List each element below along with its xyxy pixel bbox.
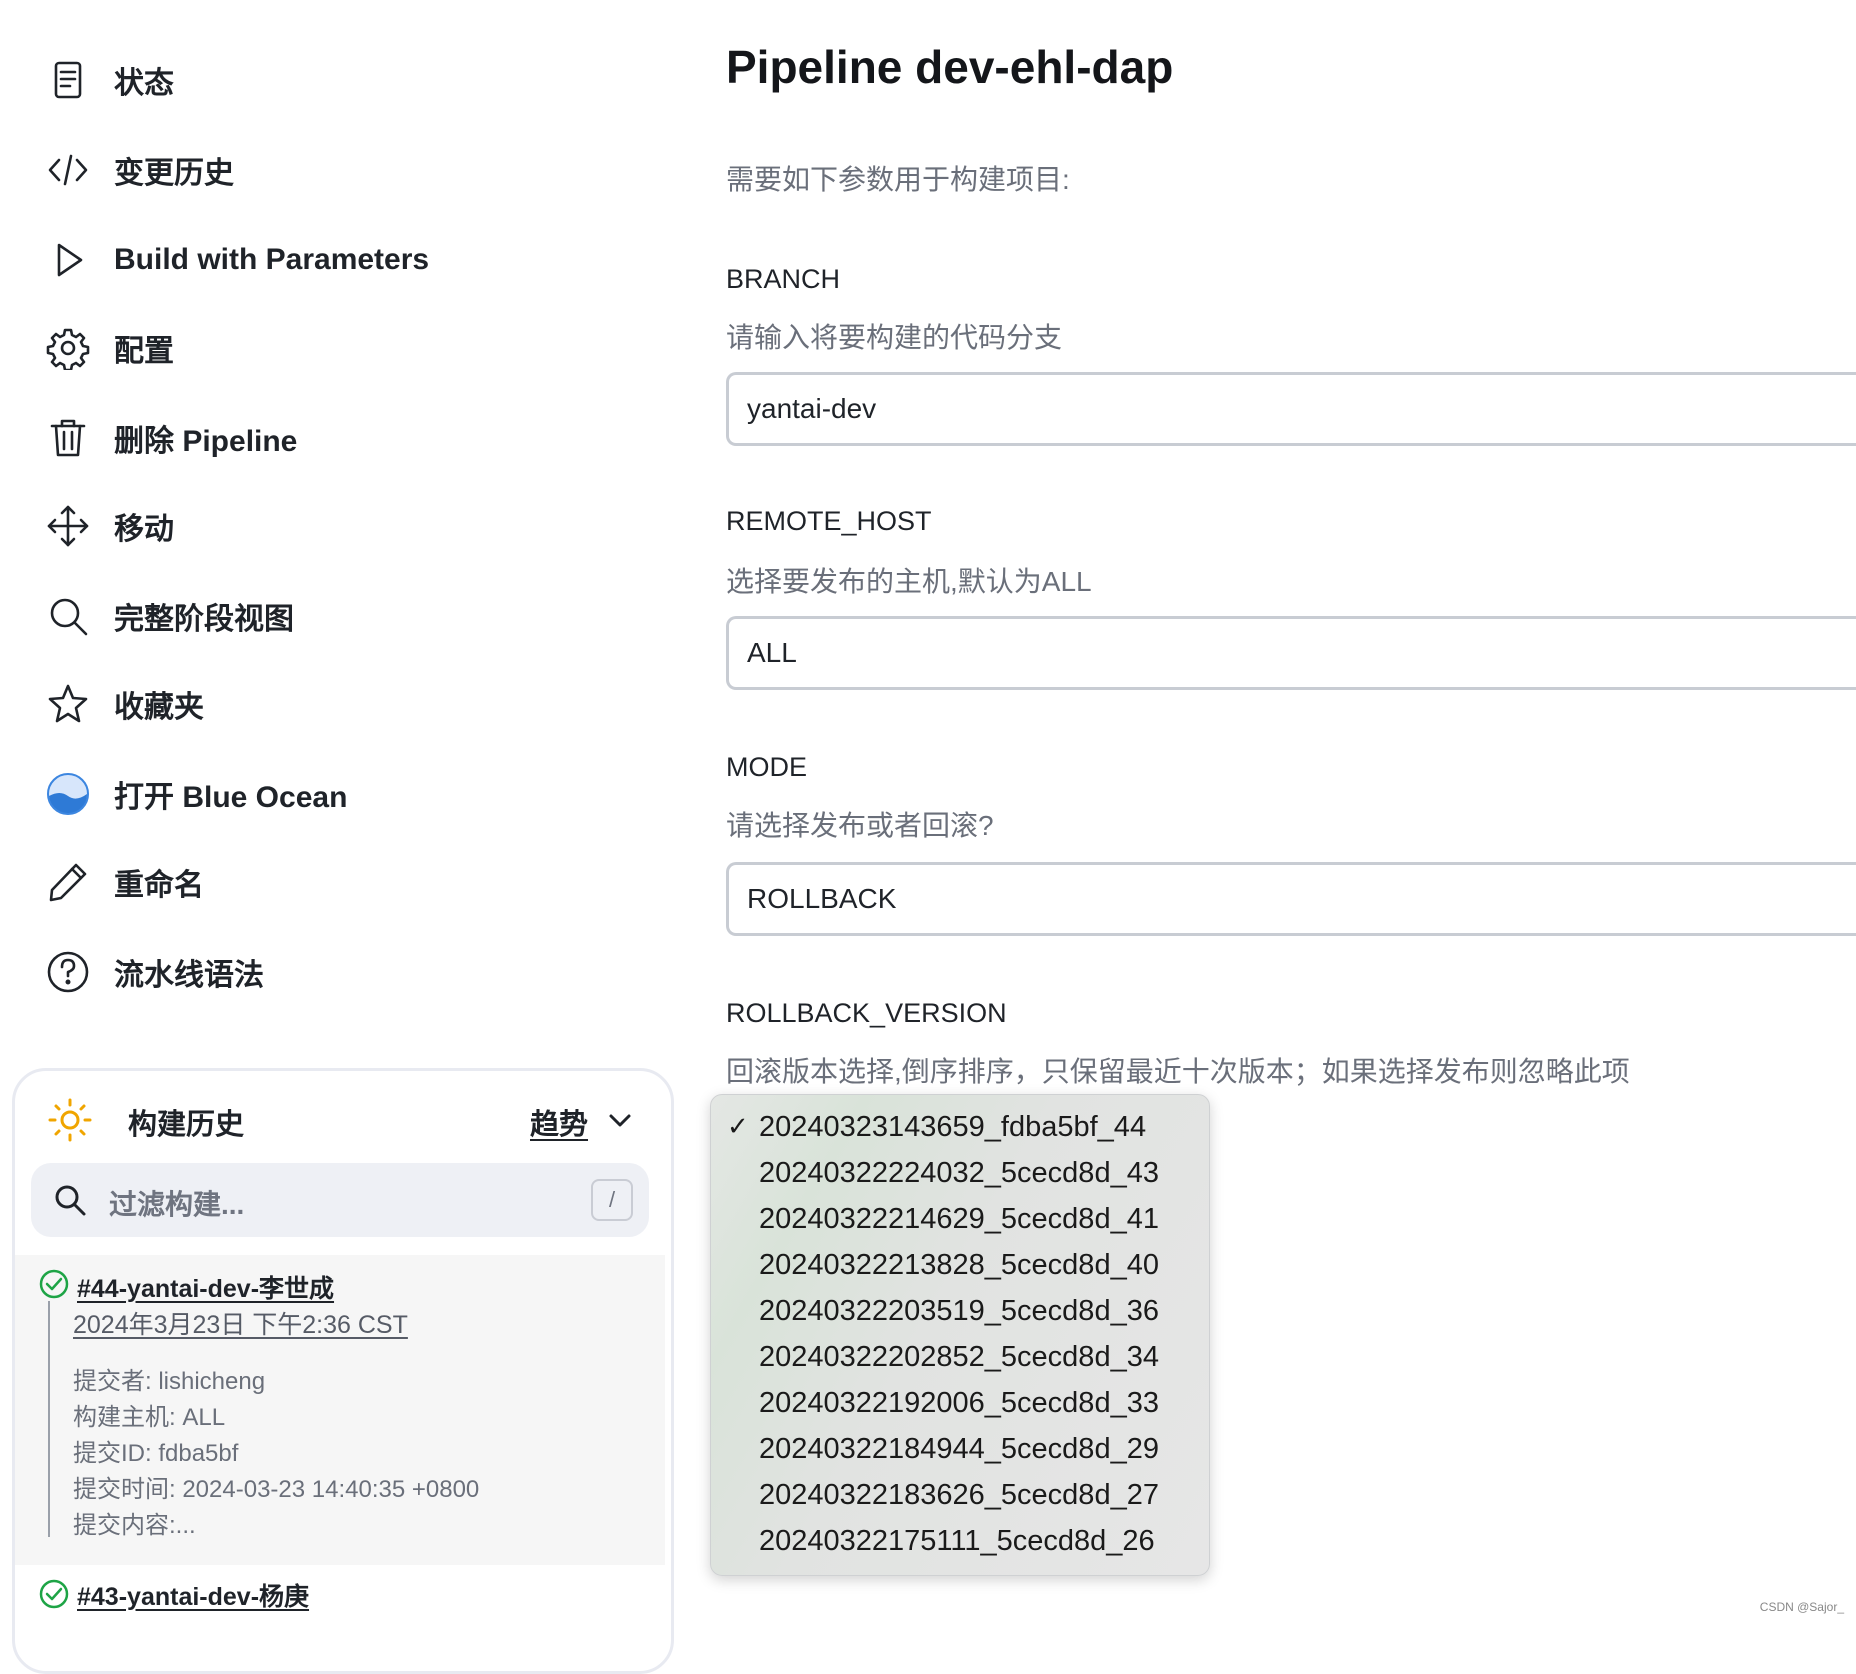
- dropdown-option[interactable]: 20240322203519_5cecd8d_36: [759, 1295, 1159, 1328]
- trend-link[interactable]: 趋势: [530, 1101, 588, 1143]
- gear-icon: [44, 324, 92, 372]
- sidebar-item-full-stage-view[interactable]: 完整阶段视图: [44, 586, 294, 646]
- dropdown-option[interactable]: 20240322202852_5cecd8d_34: [759, 1341, 1159, 1374]
- dropdown-option[interactable]: 20240322192006_5cecd8d_33: [759, 1387, 1159, 1420]
- code-icon: [44, 146, 92, 194]
- star-icon: [44, 680, 92, 728]
- sidebar-item-label: 配置: [114, 335, 174, 368]
- filter-placeholder: 过滤构建...: [109, 1189, 245, 1220]
- trash-icon: [44, 414, 92, 462]
- build-detail: 构建主机: ALL: [73, 1404, 226, 1431]
- dropdown-option[interactable]: 20240322213828_5cecd8d_40: [759, 1249, 1159, 1282]
- sidebar-item-label: 变更历史: [114, 157, 234, 190]
- sidebar-item-label: 流水线语法: [114, 959, 264, 992]
- sidebar-item-changes[interactable]: 变更历史: [44, 140, 234, 200]
- sidebar-item-label: 删除 Pipeline: [114, 425, 298, 458]
- build-link[interactable]: #44-yantai-dev-李世成: [77, 1269, 334, 1305]
- param-name-rollback-version: ROLLBACK_VERSION: [726, 998, 1007, 1028]
- dropdown-option[interactable]: 20240322184944_5cecd8d_29: [759, 1433, 1159, 1466]
- build-history-card: 构建历史 趋势 过滤构建... / #44-yantai-dev-李世成 202…: [12, 1068, 674, 1674]
- param-description-rollback-version: 回滚版本选择,倒序排序，只保留最近十次版本；如果选择发布则忽略此项: [726, 1056, 1630, 1087]
- play-icon: [44, 236, 92, 284]
- branch-value: yantai-dev: [747, 393, 877, 424]
- sidebar-item-favorites[interactable]: 收藏夹: [44, 674, 204, 734]
- branch-input[interactable]: yantai-dev: [726, 372, 1856, 446]
- mode-select[interactable]: ROLLBACK: [726, 862, 1856, 936]
- success-check-icon: [39, 1269, 69, 1299]
- sidebar-item-label: Build with Parameters: [114, 243, 430, 276]
- build-timestamp[interactable]: 2024年3月23日 下午2:36 CST: [73, 1305, 408, 1341]
- selected-check-icon: ✓: [727, 1111, 749, 1141]
- help-icon: [44, 948, 92, 996]
- param-name-branch: BRANCH: [726, 264, 841, 294]
- remote-host-select[interactable]: ALL: [726, 616, 1856, 690]
- param-description-mode: 请选择发布或者回滚?: [726, 810, 994, 841]
- sidebar-item-label: 收藏夹: [114, 691, 204, 724]
- filter-builds-input[interactable]: 过滤构建... /: [31, 1163, 649, 1237]
- sidebar-item-delete[interactable]: 删除 Pipeline: [44, 408, 297, 468]
- sun-icon: [48, 1098, 92, 1142]
- timeline-line: [48, 1301, 50, 1537]
- dropdown-option[interactable]: 20240323143659_fdba5bf_44: [759, 1111, 1146, 1144]
- dropdown-option[interactable]: 20240322214629_5cecd8d_41: [759, 1203, 1159, 1236]
- sidebar-item-build-with-parameters[interactable]: Build with Parameters: [44, 230, 429, 290]
- param-description-branch: 请输入将要构建的代码分支: [726, 322, 1063, 353]
- blue-ocean-icon: [44, 770, 92, 818]
- sidebar-item-label: 完整阶段视图: [114, 603, 294, 636]
- param-name-remote-host: REMOTE_HOST: [726, 506, 932, 536]
- keyboard-shortcut-badge: /: [591, 1179, 633, 1221]
- dropdown-option[interactable]: 20240322183626_5cecd8d_27: [759, 1479, 1159, 1512]
- success-check-icon: [39, 1579, 69, 1609]
- sidebar-item-move[interactable]: 移动: [44, 496, 174, 556]
- search-icon: [44, 592, 92, 640]
- dropdown-option[interactable]: 20240322175111_5cecd8d_26: [759, 1525, 1155, 1558]
- pencil-icon: [44, 858, 92, 906]
- sidebar-item-label: 状态: [114, 67, 174, 100]
- dropdown-option[interactable]: 20240322224032_5cecd8d_43: [759, 1157, 1159, 1190]
- document-icon: [44, 56, 92, 104]
- param-description-remote-host: 选择要发布的主机,默认为ALL: [726, 566, 1092, 597]
- page-title: Pipeline dev-ehl-dap: [726, 41, 1174, 93]
- move-icon: [44, 502, 92, 550]
- build-detail: 提交时间: 2024-03-23 14:40:35 +0800: [73, 1476, 480, 1503]
- sidebar-item-label: 移动: [114, 513, 174, 546]
- chevron-down-icon[interactable]: [607, 1111, 633, 1131]
- build-entry: #44-yantai-dev-李世成 2024年3月23日 下午2:36 CST…: [15, 1255, 665, 1565]
- build-detail: 提交ID: fdba5bf: [73, 1440, 239, 1467]
- sidebar-item-configure[interactable]: 配置: [44, 318, 174, 378]
- param-name-mode: MODE: [726, 752, 807, 782]
- build-detail: 提交者: lishicheng: [73, 1368, 266, 1395]
- sidebar-item-blue-ocean[interactable]: 打开 Blue Ocean: [44, 764, 347, 824]
- build-entry: #43-yantai-dev-杨庚: [15, 1565, 665, 1671]
- sidebar-item-pipeline-syntax[interactable]: 流水线语法: [44, 942, 264, 1002]
- sidebar-item-label: 打开 Blue Ocean: [114, 781, 348, 814]
- search-icon: [55, 1185, 86, 1216]
- sidebar-item-rename[interactable]: 重命名: [44, 852, 204, 912]
- sidebar-item-label: 重命名: [114, 869, 204, 902]
- parameters-intro: 需要如下参数用于构建项目:: [726, 164, 1070, 195]
- watermark: CSDN @Sajor_: [1759, 1600, 1844, 1614]
- rollback-version-dropdown[interactable]: ✓ 20240323143659_fdba5bf_44 202403222240…: [710, 1094, 1210, 1576]
- remote-host-value: ALL: [747, 637, 797, 668]
- build-history-title: 构建历史: [128, 1109, 245, 1141]
- build-link[interactable]: #43-yantai-dev-杨庚: [77, 1577, 309, 1613]
- sidebar-item-status[interactable]: 状态: [44, 50, 174, 110]
- build-detail: 提交内容:...: [73, 1512, 196, 1539]
- mode-value: ROLLBACK: [747, 883, 897, 914]
